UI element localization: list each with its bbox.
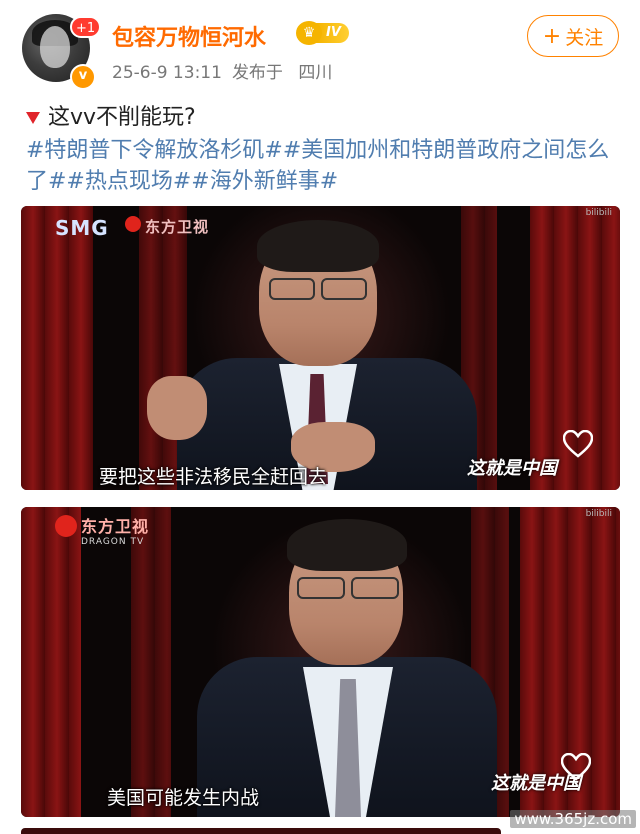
red-triangle-icon	[26, 111, 40, 124]
glasses-right	[351, 577, 399, 599]
author-name[interactable]: 包容万物恒河水	[112, 20, 266, 52]
channel-subname: DRAGON TV	[81, 537, 145, 547]
video-subtitle: 美国可能发生内战	[107, 787, 260, 809]
heart-icon[interactable]	[561, 753, 591, 781]
crown-icon: ♛	[296, 21, 322, 45]
follow-label: 关注	[565, 26, 604, 49]
glasses-right	[321, 278, 367, 300]
heart-icon[interactable]	[563, 430, 593, 458]
video-card-1[interactable]: SMG 东方卫视 bilibili 要把这些非法移民全赶回去 这就是中国	[21, 206, 620, 490]
platform-mark: bilibili	[585, 208, 612, 218]
plus-icon: +	[542, 23, 562, 49]
watermark: www.365jz.com	[510, 810, 636, 828]
avatar-face	[40, 26, 70, 68]
post-header: +1 v 包容万物恒河水 ♛ IV 25-6-9 13:11 发布于 四川 + 关…	[0, 0, 640, 96]
hashtag-links[interactable]: #特朗普下令解放洛杉矶##美国加州和特朗普政府之间怎么了##热点现场##海外新鲜…	[26, 135, 618, 197]
post-location: 四川	[298, 63, 333, 83]
speaker-hair	[287, 519, 407, 571]
speaker-figure	[21, 206, 620, 490]
author-avatar-container[interactable]: +1 v	[22, 14, 102, 90]
location-prefix: 发布于	[231, 63, 283, 83]
channel-name: 东方卫视	[81, 517, 150, 536]
follow-button[interactable]: + 关注	[527, 15, 619, 57]
show-logo: 这就是中国	[467, 458, 557, 479]
post-text: 这vv不削能玩?	[48, 105, 196, 130]
platform-mark: bilibili	[585, 509, 612, 519]
dragon-tv-icon	[55, 515, 77, 537]
channel-name: 东方卫视	[145, 218, 210, 236]
v-badge-icon: v	[70, 64, 96, 90]
speaker-hair	[257, 220, 379, 272]
video-subtitle: 要把这些非法移民全赶回去	[99, 466, 328, 488]
avatar-notification-badge: +1	[70, 16, 102, 38]
next-video-card-edge[interactable]	[21, 828, 501, 834]
vip-badge[interactable]: ♛ IV	[296, 20, 349, 46]
post-timestamp: 25-6-9 13:11	[112, 63, 222, 83]
glasses-left	[269, 278, 315, 300]
glasses-left	[297, 577, 345, 599]
video-card-2[interactable]: 东方卫视 DRAGON TV bilibili 美国可能发生内战 这就是中国	[21, 507, 620, 817]
speaker-hand-left	[147, 376, 207, 440]
post-body: 这vv不削能玩? #特朗普下令解放洛杉矶##美国加州和特朗普政府之间怎么了##热…	[26, 102, 626, 197]
dragon-tv-icon	[125, 216, 141, 232]
smg-logo: SMG	[55, 216, 109, 240]
post-meta: 25-6-9 13:11 发布于 四川	[112, 58, 342, 83]
